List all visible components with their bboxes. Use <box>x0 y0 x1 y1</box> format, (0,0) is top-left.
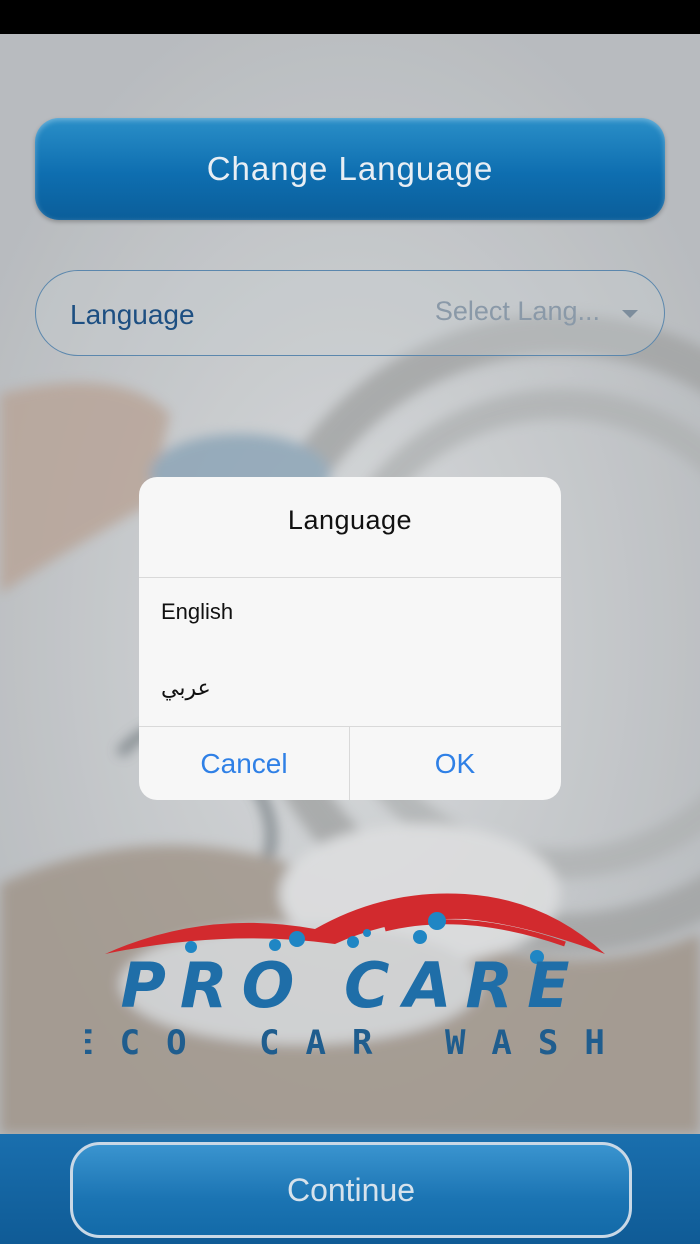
bottom-bar: Continue <box>0 1134 700 1244</box>
option-arabic[interactable]: عربي <box>161 675 211 701</box>
language-dropdown[interactable]: Select Lang... <box>435 293 638 329</box>
status-bar <box>0 0 700 34</box>
cancel-button[interactable]: Cancel <box>139 727 349 800</box>
logo-tagline: ECO CAR WASH <box>85 1023 620 1059</box>
logo-brand: PRO CARE <box>120 949 583 1022</box>
change-language-header: Change Language <box>35 118 665 220</box>
chevron-down-icon <box>622 310 638 318</box>
continue-label: Continue <box>286 1171 416 1208</box>
dialog-title: Language <box>287 505 413 535</box>
language-placeholder: Select Lang... <box>434 295 600 326</box>
language-select-field[interactable]: Language Select Lang... <box>35 270 665 356</box>
header-title: Change Language <box>206 150 494 187</box>
language-dialog: Language English عربي Cancel OK <box>139 477 561 800</box>
option-english[interactable]: English <box>161 599 233 625</box>
language-label: Language <box>70 299 195 330</box>
divider <box>139 577 561 578</box>
pro-care-logo: PRO CARE ECO CAR WASH <box>85 893 620 1059</box>
continue-button[interactable]: Continue <box>70 1142 632 1238</box>
ok-button[interactable]: OK <box>350 727 560 800</box>
